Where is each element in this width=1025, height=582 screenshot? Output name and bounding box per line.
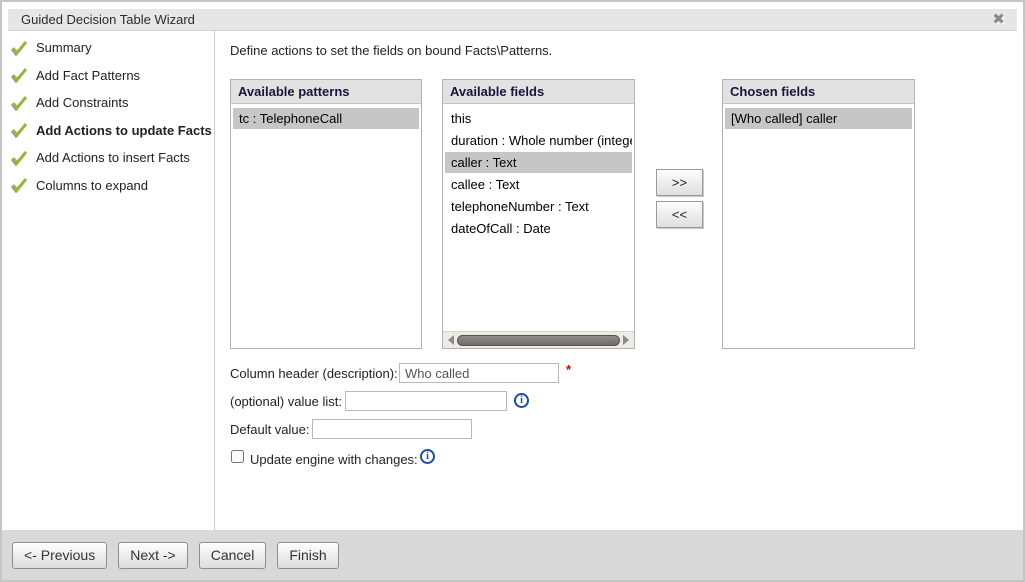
- scrollbar-thumb[interactable]: [457, 335, 620, 346]
- check-icon: [10, 122, 28, 138]
- list-item-field[interactable]: telephoneNumber : Text: [445, 196, 632, 217]
- footer-button-bar: <- Previous Next -> Cancel Finish: [2, 530, 1023, 580]
- finish-button[interactable]: Finish: [277, 542, 338, 569]
- instruction-text: Define actions to set the fields on boun…: [230, 43, 552, 58]
- chosen-fields-header: Chosen fields: [723, 80, 914, 104]
- column-header-input[interactable]: [399, 363, 559, 383]
- check-icon: [10, 95, 28, 111]
- update-engine-checkbox[interactable]: [231, 450, 244, 463]
- required-asterisk: *: [566, 362, 571, 377]
- check-icon: [10, 40, 28, 56]
- cancel-button[interactable]: Cancel: [199, 542, 267, 569]
- list-item-chosen-field[interactable]: [Who called] caller: [725, 108, 912, 129]
- sidebar-item-columns-to-expand[interactable]: Columns to expand: [10, 175, 214, 196]
- available-patterns-header: Available patterns: [231, 80, 421, 104]
- sidebar-item-label: Add Actions to insert Facts: [36, 150, 190, 165]
- add-field-button[interactable]: >>: [656, 169, 703, 196]
- remove-field-button[interactable]: <<: [656, 201, 703, 228]
- horizontal-scrollbar[interactable]: [443, 331, 634, 348]
- sidebar-item-label: Add Constraints: [36, 95, 129, 110]
- sidebar-item-label: Summary: [36, 40, 92, 55]
- default-value-label: Default value:: [230, 422, 310, 437]
- title-bar: Guided Decision Table Wizard ✖: [8, 9, 1017, 31]
- column-header-label: Column header (description):: [230, 366, 398, 381]
- list-item-field[interactable]: dateOfCall : Date: [445, 218, 632, 239]
- sidebar-item-add-fact-patterns[interactable]: Add Fact Patterns: [10, 65, 214, 86]
- list-item-pattern[interactable]: tc : TelephoneCall: [233, 108, 419, 129]
- check-icon: [10, 67, 28, 83]
- default-value-input[interactable]: [312, 419, 472, 439]
- sidebar-item-add-actions-insert-facts[interactable]: Add Actions to insert Facts: [10, 147, 214, 168]
- sidebar-item-label: Add Actions to update Facts: [36, 123, 212, 138]
- list-item-field[interactable]: this: [445, 108, 632, 129]
- next-button[interactable]: Next ->: [118, 542, 188, 569]
- sidebar-item-add-constraints[interactable]: Add Constraints: [10, 92, 214, 113]
- info-icon[interactable]: i: [514, 393, 529, 408]
- sidebar-item-label: Add Fact Patterns: [36, 68, 140, 83]
- previous-button[interactable]: <- Previous: [12, 542, 107, 569]
- chosen-fields-panel: Chosen fields [Who called] caller: [722, 79, 915, 349]
- check-icon: [10, 150, 28, 166]
- scroll-left-icon[interactable]: [448, 335, 454, 345]
- list-item-field[interactable]: caller : Text: [445, 152, 632, 173]
- list-item-field[interactable]: duration : Whole number (integer): [445, 130, 632, 151]
- guided-decision-table-wizard-dialog: Guided Decision Table Wizard ✖ Summary A…: [0, 0, 1025, 582]
- value-list-input[interactable]: [345, 391, 507, 411]
- available-patterns-panel: Available patterns tc : TelephoneCall: [230, 79, 422, 349]
- wizard-steps-sidebar: Summary Add Fact Patterns Add Constraint…: [2, 31, 215, 530]
- info-icon[interactable]: i: [420, 449, 435, 464]
- dialog-title: Guided Decision Table Wizard: [8, 12, 195, 27]
- update-engine-label: Update engine with changes:: [250, 452, 418, 467]
- check-icon: [10, 177, 28, 193]
- available-fields-header: Available fields: [443, 80, 634, 104]
- chosen-fields-list: [Who called] caller: [723, 104, 914, 348]
- close-icon[interactable]: ✖: [992, 12, 1005, 27]
- list-item-field[interactable]: callee : Text: [445, 174, 632, 195]
- sidebar-item-summary[interactable]: Summary: [10, 37, 214, 58]
- sidebar-item-add-actions-update-facts[interactable]: Add Actions to update Facts: [10, 120, 214, 141]
- available-patterns-list: tc : TelephoneCall: [231, 104, 421, 348]
- scroll-right-icon[interactable]: [623, 335, 629, 345]
- value-list-label: (optional) value list:: [230, 394, 342, 409]
- sidebar-item-label: Columns to expand: [36, 178, 148, 193]
- available-fields-list: this duration : Whole number (integer) c…: [443, 104, 634, 331]
- available-fields-panel: Available fields this duration : Whole n…: [442, 79, 635, 349]
